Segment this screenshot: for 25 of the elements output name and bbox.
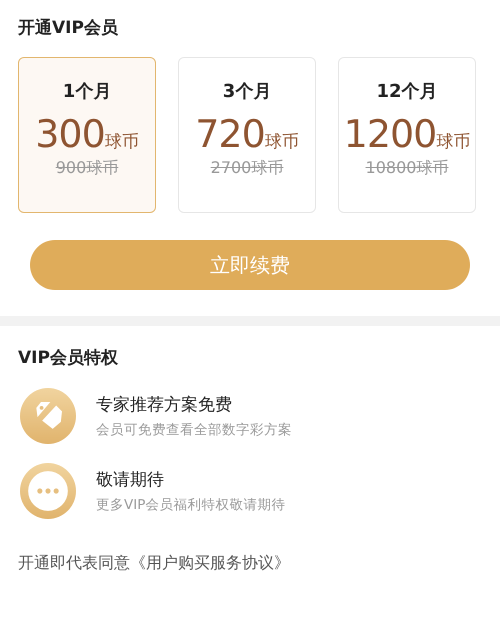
- plan-price: 1200: [344, 112, 436, 156]
- plan-period: 3个月: [222, 80, 272, 104]
- original-price: 2700球币: [210, 158, 284, 179]
- original-price: 10800球币: [366, 158, 448, 179]
- agreement-link[interactable]: 《用户购买服务协议》: [130, 553, 290, 572]
- plan-card[interactable]: 3个月 720球币 2700球币: [178, 57, 316, 213]
- section-title: 开通VIP会员: [18, 17, 119, 40]
- privilege-description: 更多VIP会员福利特权敬请期待: [96, 496, 286, 514]
- agreement-text: 开通即代表同意《用户购买服务协议》: [18, 553, 291, 574]
- plan-card[interactable]: 12个月 1200球币 10800球币: [338, 57, 476, 213]
- plan-card[interactable]: 1个月 300球币 900球币: [18, 57, 156, 213]
- section-title: VIP会员特权: [18, 347, 119, 370]
- plan-period: 1个月: [62, 80, 112, 104]
- privilege-title: 敬请期待: [96, 468, 165, 492]
- plan-period: 12个月: [376, 80, 438, 104]
- price-unit: 球币: [436, 131, 470, 153]
- privilege-title: 专家推荐方案免费: [96, 394, 233, 416]
- tag-icon: [20, 388, 76, 444]
- price-unit: 球币: [264, 131, 299, 153]
- plan-price: 300: [35, 112, 105, 156]
- privilege-description: 会员可免费查看全部数字彩方案: [96, 420, 292, 440]
- price-unit: 球币: [104, 131, 139, 153]
- more-icon: [20, 463, 76, 519]
- original-price: 900球币: [56, 158, 118, 179]
- plan-price: 720: [195, 112, 265, 156]
